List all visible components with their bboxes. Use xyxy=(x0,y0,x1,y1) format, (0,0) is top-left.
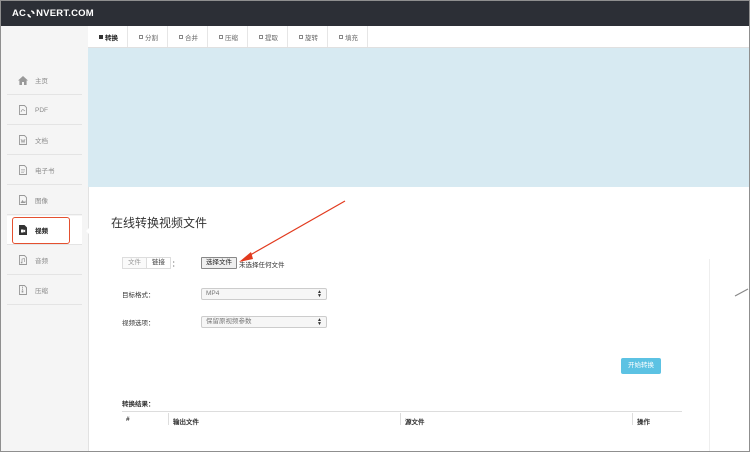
annotation-arrow xyxy=(239,200,346,262)
app-window: AC NVERT.COM 主页 PDF 文档 电子书 图像 视频 音频 压缩 转… xyxy=(0,0,750,452)
